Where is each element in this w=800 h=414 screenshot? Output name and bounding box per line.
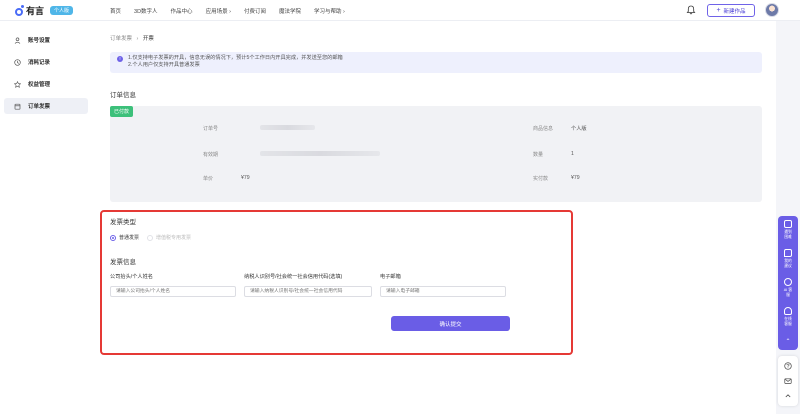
paid-amount-label: 实付款 xyxy=(533,176,549,182)
order-info-card: 已付款 订单号 有效期 单价 ¥79 商品信息 个人版 数量 1 实付款 ¥79 xyxy=(110,106,762,202)
sidebar-item-label: 账号设置 xyxy=(28,38,51,44)
clock-icon xyxy=(14,58,21,66)
sidebar-item-label: 消耗记录 xyxy=(28,60,51,66)
invoice-type-title: 发票类型 xyxy=(110,219,136,226)
nav-item-academy[interactable]: 魔法学院 xyxy=(279,7,301,15)
nav-item-works[interactable]: 作品中心 xyxy=(171,7,193,15)
email-input[interactable] xyxy=(380,286,506,297)
nav-item-home[interactable]: 首页 xyxy=(110,7,121,15)
nav-item-3d-human[interactable]: 3D数字人 xyxy=(134,7,158,15)
nav-item-subscription[interactable]: 付费订阅 xyxy=(244,7,266,15)
sidebar-item-account[interactable]: 账号设置 xyxy=(4,32,88,48)
notice-line-2: 2.个人用户仅支持开具普通发票 xyxy=(128,62,200,68)
top-nav-bar: 有言 个人版 首页 3D数字人 作品中心 应用场景 › 付费订阅 魔法学院 学习… xyxy=(0,0,800,21)
bell-icon[interactable] xyxy=(686,5,696,15)
sidebar-item-benefits[interactable]: 权益管理 xyxy=(4,76,88,92)
order-no-label: 订单号 xyxy=(203,126,219,132)
product-value: 个人版 xyxy=(571,126,587,132)
receipt-icon xyxy=(14,103,21,110)
status-badge: 已付款 xyxy=(110,106,134,117)
breadcrumb-separator: › xyxy=(136,36,139,42)
float-item-difficulty[interactable]: 遇到困难 xyxy=(778,220,798,249)
invoice-type-radio-group: 普通发票 增值税专用发票 xyxy=(110,234,199,241)
float-item-suggestion[interactable]: 我的建议 xyxy=(778,249,798,278)
float-item-label: 遇到困难 xyxy=(784,230,792,239)
logo-icon xyxy=(15,4,24,17)
float-item-label: 我的建议 xyxy=(784,259,792,268)
robot-icon xyxy=(784,278,792,286)
submit-button[interactable]: 确认提交 xyxy=(391,316,510,331)
email-label: 电子邮箱 xyxy=(380,274,401,280)
float-item-label: 在线客服 xyxy=(784,317,792,326)
float-item-online-service[interactable]: 在线客服 xyxy=(778,307,798,336)
unit-price-label: 单价 xyxy=(203,176,214,182)
sidebar-item-label: 订单发票 xyxy=(28,104,51,110)
float-item-ai-service[interactable]: AI 客服 xyxy=(778,278,798,307)
plus-icon: + xyxy=(716,7,721,14)
chat-icon xyxy=(784,249,792,257)
mail-icon[interactable] xyxy=(784,377,792,385)
sidebar-item-consumption[interactable]: 消耗记录 xyxy=(4,54,88,70)
invoice-form-highlight xyxy=(100,210,573,355)
invoice-info-title: 发票信息 xyxy=(110,259,136,266)
floating-toolbar: 遇到困难 我的建议 AI 客服 在线客服 ⌃ xyxy=(778,216,798,350)
nav-item-help[interactable]: 学习与帮助 › xyxy=(314,7,345,15)
radio-vat-invoice[interactable] xyxy=(147,234,154,241)
quantity-value: 1 xyxy=(571,151,574,157)
notice-banner: ! 1.仅支持电子发票的开具，信息无误的情况下，预计5个工作日内开具完成，并发送… xyxy=(110,52,762,73)
feedback-icon xyxy=(784,220,792,228)
tax-id-label: 纳税人识别号/社会统一社会信用代码(选填) xyxy=(244,274,343,280)
create-work-button[interactable]: + 新建作品 xyxy=(707,4,755,17)
brand-logo[interactable]: 有言 个人版 xyxy=(15,4,74,17)
breadcrumb-parent[interactable]: 订单发票 xyxy=(110,36,132,42)
avatar[interactable] xyxy=(765,3,779,17)
chevron-up-icon[interactable]: ⌃ xyxy=(785,338,790,345)
tax-id-input[interactable] xyxy=(244,286,372,297)
help-icon[interactable] xyxy=(784,362,792,370)
company-name-label: 公司抬头/个人姓名 xyxy=(110,274,153,280)
unit-price-value: ¥79 xyxy=(241,175,250,181)
create-work-label: 新建作品 xyxy=(723,8,746,15)
main-nav: 首页 3D数字人 作品中心 应用场景 › 付费订阅 魔法学院 学习与帮助 › xyxy=(110,0,358,21)
radio-vat-invoice-label[interactable]: 增值税专用发票 xyxy=(156,234,191,241)
breadcrumb: 订单发票 › 开票 xyxy=(110,34,154,42)
sidebar-item-label: 权益管理 xyxy=(28,82,51,88)
sidebar-item-order-invoice[interactable]: 订单发票 xyxy=(4,98,88,114)
radio-normal-invoice[interactable] xyxy=(110,234,116,241)
nav-item-scenarios[interactable]: 应用场景 › xyxy=(206,7,231,15)
info-icon: ! xyxy=(117,56,123,62)
plan-badge: 个人版 xyxy=(50,6,74,15)
radio-normal-invoice-label[interactable]: 普通发票 xyxy=(119,234,139,241)
order-no-value-redacted xyxy=(260,125,315,130)
quantity-label: 数量 xyxy=(533,152,544,158)
float-item-label: AI 客服 xyxy=(783,288,793,297)
notice-line-1: 1.仅支持电子发票的开具，信息无误的情况下，预计5个工作日内开具完成，并发送至您… xyxy=(128,55,343,61)
star-icon xyxy=(14,80,21,88)
floating-toolbar-bottom xyxy=(778,356,798,406)
order-info-title: 订单信息 xyxy=(110,92,136,99)
headset-icon xyxy=(784,307,792,315)
company-name-input[interactable] xyxy=(110,286,236,297)
sidebar: 账号设置 消耗记录 权益管理 订单发票 xyxy=(0,21,92,414)
product-label: 商品信息 xyxy=(533,126,554,132)
back-to-top-icon[interactable] xyxy=(784,392,792,400)
paid-amount-value: ¥79 xyxy=(571,175,580,181)
user-icon xyxy=(14,37,21,44)
brand-name: 有言 xyxy=(26,6,45,16)
valid-period-value-redacted xyxy=(260,151,380,156)
valid-period-label: 有效期 xyxy=(203,152,219,158)
breadcrumb-current: 开票 xyxy=(142,36,154,42)
